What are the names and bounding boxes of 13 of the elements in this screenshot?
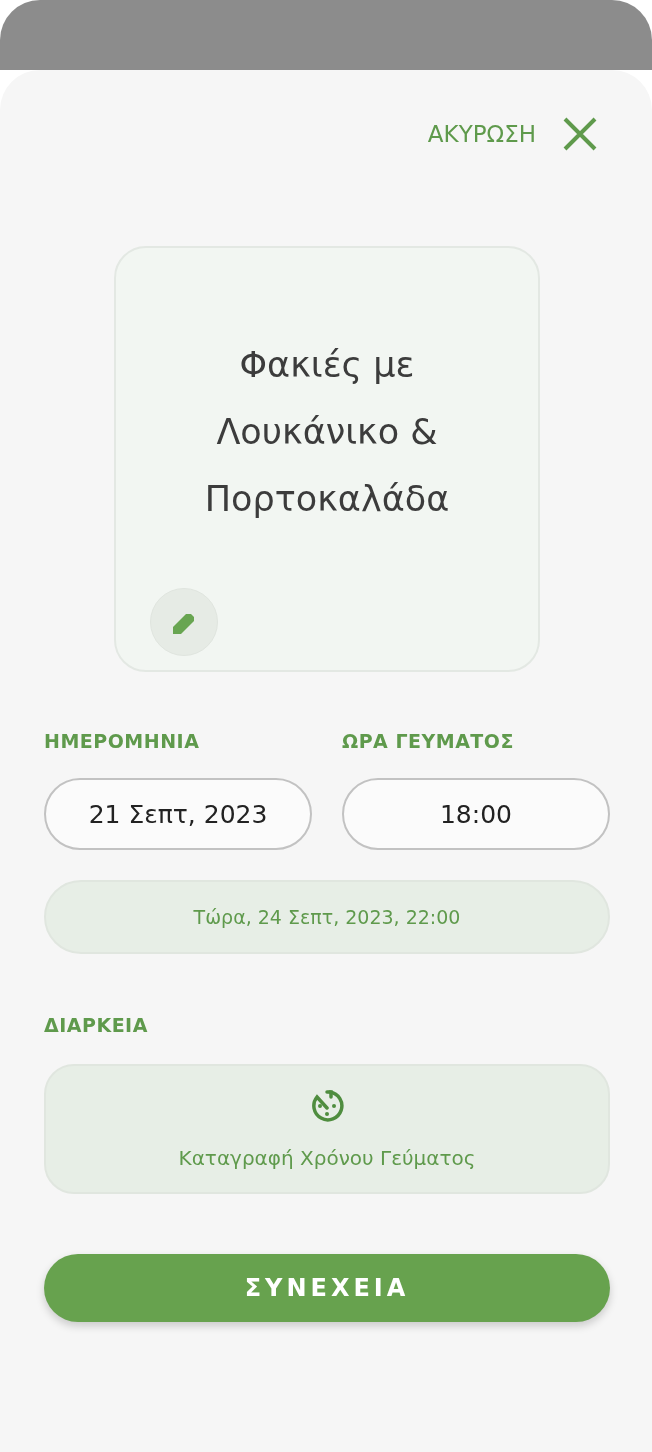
timer-icon <box>309 1088 345 1124</box>
time-field[interactable]: 18:00 <box>342 778 610 850</box>
close-icon <box>562 116 598 152</box>
date-field[interactable]: 21 Σεπτ, 2023 <box>44 778 312 850</box>
meal-title: Φακιές με Λουκάνικο & Πορτοκαλάδα <box>203 343 451 521</box>
duration-label: ΔΙΑΡΚΕΙΑ <box>44 1014 149 1036</box>
cancel-button[interactable]: ΑΚΥΡΩΣΗ <box>427 121 536 147</box>
now-button[interactable]: Τώρα, 24 Σεπτ, 2023, 22:00 <box>44 880 610 954</box>
record-time-label: Καταγραφή Χρόνου Γεύματος <box>178 1146 476 1170</box>
record-time-button[interactable]: Καταγραφή Χρόνου Γεύματος <box>44 1064 610 1194</box>
date-label: ΗΜΕΡΟΜΗΝΙΑ <box>44 730 201 752</box>
meal-time-label: ΩΡΑ ΓΕΥΜΑΤΟΣ <box>342 730 515 752</box>
continue-button[interactable]: ΣΥΝΕΧΕΙΑ <box>44 1254 610 1322</box>
